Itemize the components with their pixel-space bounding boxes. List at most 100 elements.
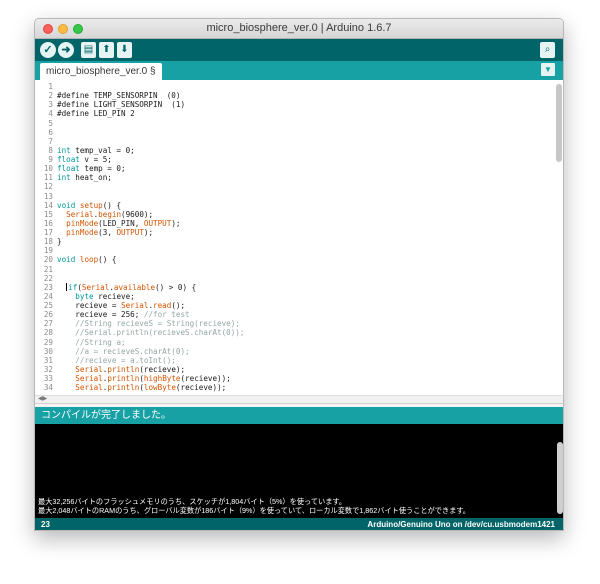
code-line[interactable]: Serial.begin(9600); (55, 210, 551, 219)
line-number: 8 (48, 145, 53, 155)
line-number: 34 (43, 383, 53, 393)
console-line: 最大2,048バイトのRAMのうち、グローバル変数が186バイト（9%）を使って… (38, 506, 470, 515)
arrow-right-icon: ➜ (61, 44, 71, 56)
new-sketch-button[interactable]: ▤ (81, 42, 96, 58)
code-line[interactable]: #define TEMP_SENSORPIN (0) (55, 91, 551, 100)
text-cursor (66, 282, 68, 291)
arrow-down-icon: ⬇ (120, 44, 129, 55)
arrow-up-icon: ⬆ (102, 44, 111, 55)
code-line[interactable]: pinMode(3, OUTPUT); (55, 228, 551, 237)
line-number: 14 (43, 200, 53, 210)
line-number: 28 (43, 328, 53, 338)
line-number: 23 (43, 282, 53, 292)
code-line[interactable]: int heat_on; (55, 173, 551, 182)
console-output[interactable]: 最大32,256バイトのフラッシュメモリのうち、スケッチが1,804バイト（5%… (35, 424, 563, 518)
line-number: 20 (43, 255, 53, 265)
line-number: 9 (48, 155, 53, 164)
line-number: 21 (43, 264, 53, 274)
code-line[interactable]: if(Serial.available() > 0) { (55, 282, 551, 292)
code-line[interactable]: void setup() { (55, 201, 551, 210)
code-line[interactable] (55, 265, 551, 274)
code-editor[interactable]: 1 2 3 4 5 6 7 8 9 10 11 12 13 14 15 16 17 18 19 20 21 22 23 24 2… (35, 80, 563, 403)
code-line[interactable]: float temp = 0; (55, 164, 551, 173)
code-line[interactable]: recieve = 256; //for test (55, 310, 551, 319)
status-bar: コンパイルが完了しました。 (35, 407, 563, 424)
tab-menu-button[interactable]: ▼ (541, 63, 555, 76)
line-number: 15 (43, 209, 53, 219)
magnifier-icon: ⌕ (544, 44, 551, 55)
open-sketch-button[interactable]: ⬆ (99, 42, 114, 58)
line-number: 22 (43, 273, 53, 283)
console-vertical-scrollbar[interactable] (557, 442, 563, 514)
line-number: 25 (43, 301, 53, 310)
toolbar: ✓ ➜ ▤ ⬆ ⬇ ⌕ (35, 39, 563, 61)
line-number: 11 (43, 173, 53, 183)
code-line[interactable]: #define LED_PIN 2 (55, 109, 551, 118)
line-number: 12 (43, 182, 53, 192)
code-line[interactable]: //recieve = a.toInt(); (55, 356, 551, 365)
editor-vertical-scrollbar[interactable] (556, 84, 562, 162)
line-number: 24 (43, 291, 53, 301)
code-line[interactable]: float v = 5; (55, 155, 551, 164)
code-line[interactable]: //a = recieveS.charAt(0); (55, 347, 551, 356)
code-line[interactable] (55, 246, 551, 255)
line-number: 16 (43, 218, 53, 228)
code-line[interactable] (55, 274, 551, 283)
code-line[interactable] (55, 119, 551, 128)
tab-bar: micro_biosphere_ver.0 § ▼ (35, 61, 563, 80)
line-number: 13 (43, 191, 53, 201)
line-number: 31 (43, 355, 53, 365)
line-number: 3 (48, 100, 53, 110)
code-line[interactable] (55, 192, 551, 201)
code-line[interactable] (55, 182, 551, 191)
line-number-gutter: 1 2 3 4 5 6 7 8 9 10 11 12 13 14 15 16 17 18 19 20 21 22 23 24 2… (35, 80, 55, 403)
code-line[interactable] (55, 137, 551, 146)
code-line[interactable]: Serial.println(highByte(recieve)); (55, 374, 551, 383)
document-icon: ▤ (83, 44, 94, 55)
code-line[interactable]: #define LIGHT_SENSORPIN (1) (55, 100, 551, 109)
code-line[interactable]: } (55, 237, 551, 246)
arduino-ide-window: micro_biosphere_ver.0 | Arduino 1.6.7 ✓ … (34, 18, 564, 531)
line-number: 17 (43, 228, 53, 237)
code-line[interactable]: //Serial.println(recieveS.charAt(0)); (55, 328, 551, 337)
code-line[interactable]: //String recieveS = String(recieve); (55, 319, 551, 328)
tab-sketch[interactable]: micro_biosphere_ver.0 § (40, 63, 162, 80)
line-number: 32 (43, 364, 53, 374)
code-line[interactable] (55, 128, 551, 137)
line-number: 10 (43, 164, 53, 174)
code-line[interactable]: byte recieve; (55, 292, 551, 301)
line-number: 29 (43, 337, 53, 347)
code-area[interactable]: #define TEMP_SENSORPIN (0) #define LIGHT_… (55, 80, 551, 403)
code-line[interactable]: //String a; (55, 338, 551, 347)
title-bar[interactable]: micro_biosphere_ver.0 | Arduino 1.6.7 (35, 19, 563, 39)
code-line[interactable]: Serial.println(lowByte(recieve)); (55, 383, 551, 392)
window-title: micro_biosphere_ver.0 | Arduino 1.6.7 (206, 22, 392, 34)
line-number: 33 (43, 374, 53, 383)
serial-monitor-button[interactable]: ⌕ (540, 42, 555, 58)
board-port-label: Arduino/Genuino Uno on /dev/cu.usbmodem1… (367, 520, 555, 529)
line-number: 1 (48, 82, 53, 91)
verify-button[interactable]: ✓ (40, 42, 56, 58)
footer-bar: 23 Arduino/Genuino Uno on /dev/cu.usbmod… (35, 518, 563, 530)
code-line[interactable]: pinMode(LED_PIN, OUTPUT); (55, 219, 551, 228)
save-sketch-button[interactable]: ⬇ (117, 42, 132, 58)
checkmark-icon: ✓ (43, 44, 53, 56)
code-line[interactable]: int temp_val = 0; (55, 146, 551, 155)
line-number: 27 (43, 319, 53, 329)
line-number: 26 (43, 310, 53, 320)
line-number: 19 (43, 246, 53, 256)
scroll-arrows-icon[interactable]: ◀▶ (38, 396, 47, 403)
code-line[interactable]: Serial.println(recieve); (55, 365, 551, 374)
code-line[interactable] (55, 82, 551, 91)
upload-button[interactable]: ➜ (58, 42, 74, 58)
editor-horizontal-scrollbar[interactable]: ◀▶ (35, 395, 563, 403)
line-number: 7 (48, 136, 53, 146)
code-line[interactable]: recieve = Serial.read(); (55, 301, 551, 310)
current-line-number: 23 (41, 520, 50, 529)
line-number: 4 (48, 109, 53, 119)
line-number: 18 (43, 237, 53, 247)
console-line: 最大32,256バイトのフラッシュメモリのうち、スケッチが1,804バイト（5%… (38, 497, 347, 506)
code-line[interactable]: void loop() { (55, 255, 551, 264)
line-number: 5 (48, 118, 53, 128)
status-message: コンパイルが完了しました。 (41, 410, 171, 421)
